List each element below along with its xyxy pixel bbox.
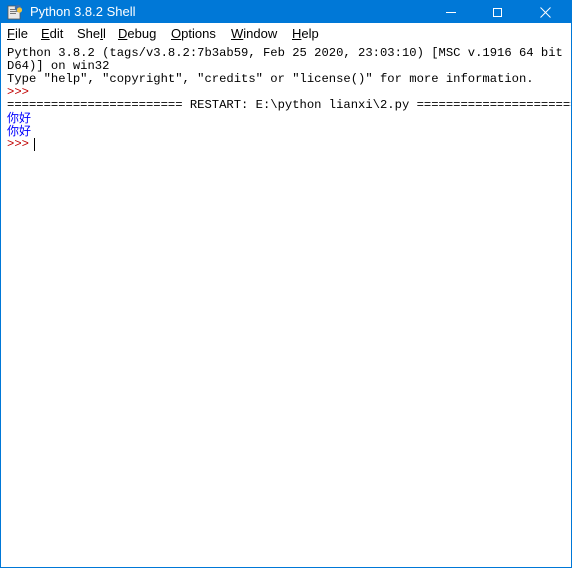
text-cursor xyxy=(34,138,35,151)
maximize-button[interactable] xyxy=(474,1,520,23)
shell-prompt-current: >>> xyxy=(7,137,29,151)
menu-bar: File Edit Shell Debug Options Window Hel… xyxy=(1,23,571,44)
shell-text-area[interactable]: Python 3.8.2 (tags/v3.8.2:7b3ab59, Feb 2… xyxy=(1,44,571,567)
menu-file[interactable]: File xyxy=(7,26,28,42)
idle-shell-window: Python 3.8.2 Shell File Edit Shell Debug… xyxy=(0,0,572,568)
menu-options[interactable]: Options xyxy=(171,26,216,42)
banner-line-3: Type "help", "copyright", "credits" or "… xyxy=(7,72,534,86)
menu-window[interactable]: Window xyxy=(231,26,277,42)
minimize-icon xyxy=(446,11,456,13)
close-button[interactable] xyxy=(520,1,571,23)
maximize-icon xyxy=(492,7,502,17)
minimize-button[interactable] xyxy=(428,1,474,23)
python-idle-icon[interactable] xyxy=(7,4,23,20)
window-title: Python 3.8.2 Shell xyxy=(30,4,136,19)
menu-help[interactable]: Help xyxy=(292,26,319,42)
menu-edit[interactable]: Edit xyxy=(41,26,63,42)
title-bar[interactable]: Python 3.8.2 Shell xyxy=(1,1,571,23)
menu-debug[interactable]: Debug xyxy=(118,26,156,42)
restart-line: ======================== RESTART: E:\pyt… xyxy=(7,98,571,112)
menu-shell[interactable]: Shell xyxy=(77,26,106,42)
close-icon xyxy=(540,6,551,18)
